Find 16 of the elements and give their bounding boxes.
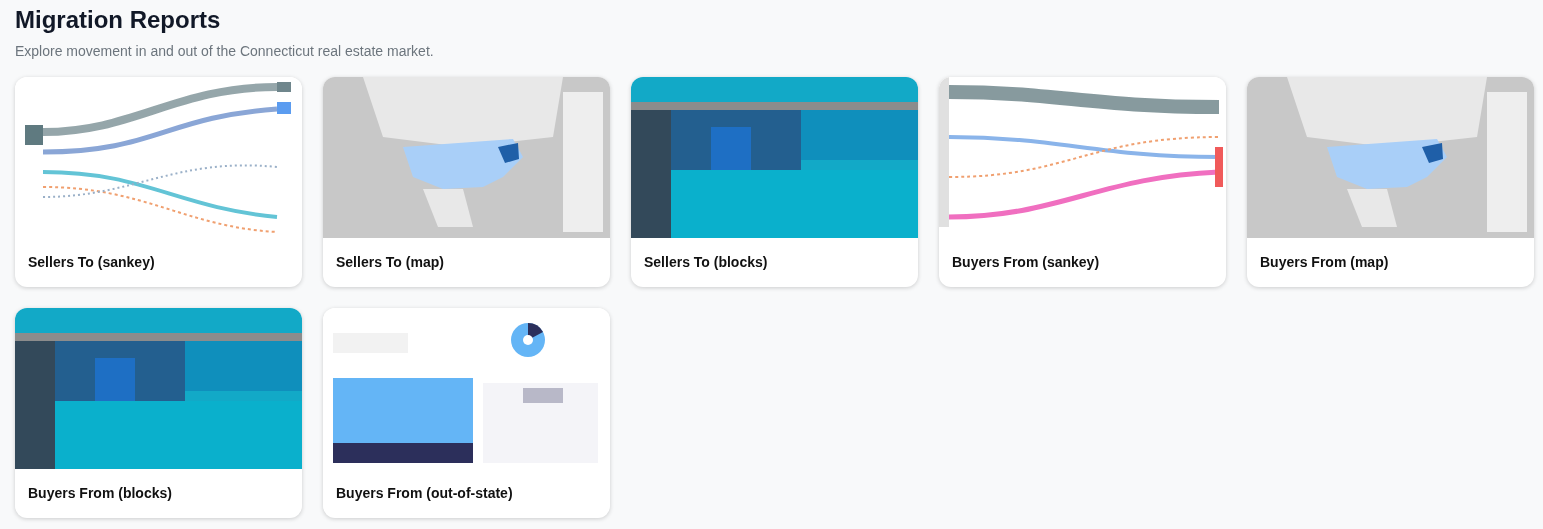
report-title: Sellers To (sankey) <box>27 253 156 273</box>
report-card[interactable]: Buyers From (blocks) <box>15 308 302 519</box>
report-title: Buyers From (sankey) <box>951 253 1101 273</box>
report-title: Sellers To (map) <box>335 253 445 273</box>
report-card[interactable]: Buyers From (sankey) <box>939 77 1226 288</box>
report-title: Sellers To (blocks) <box>643 253 769 273</box>
page-subtitle: Explore movement in and out of the Connecticut real estate market. <box>15 42 435 62</box>
report-card[interactable]: Sellers To (map) <box>323 77 610 288</box>
report-card[interactable]: Sellers To (blocks) <box>631 77 918 288</box>
report-title: Buyers From (blocks) <box>27 484 173 504</box>
report-title: Buyers From (map) <box>1259 253 1390 273</box>
page-title: Migration Reports <box>15 5 222 35</box>
report-card[interactable]: Sellers To (sankey) <box>15 77 302 288</box>
report-title: Buyers From (out-of-state) <box>335 484 514 504</box>
report-card[interactable]: Buyers From (map) <box>1247 77 1534 288</box>
report-card[interactable]: Buyers From (out-of-state) <box>323 308 610 519</box>
